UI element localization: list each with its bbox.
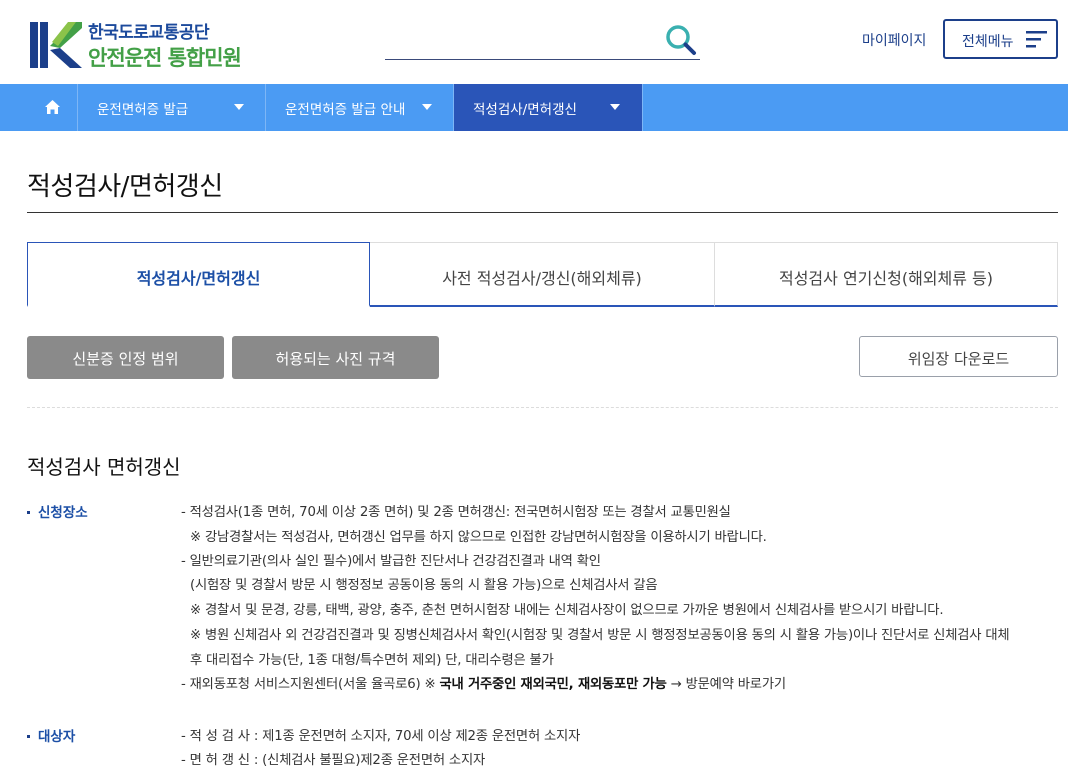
- search-bar: [385, 20, 700, 60]
- tab-label: 적성검사/면허갱신: [136, 269, 261, 288]
- main-nav: 운전면허증 발급 운전면허증 발급 안내 적성검사/면허갱신: [0, 84, 1068, 131]
- search-icon: [666, 25, 696, 55]
- hamburger-icon: [1026, 31, 1047, 48]
- proxy-download-button[interactable]: 위임장 다운로드: [859, 336, 1058, 377]
- nav-item-aptitude-renewal[interactable]: 적성검사/면허갱신: [454, 84, 643, 131]
- bullet-icon: [27, 734, 30, 738]
- site-header: 한국도로교통공단 안전운전 통합민원 마이페이지 전체메뉴: [0, 0, 1068, 84]
- place-line: ※ 강남경찰서는 적성검사, 면허갱신 업무를 하지 않으므로 인접한 강남면허…: [190, 530, 767, 545]
- tab-label: 사전 적성검사/갱신(해외체류): [442, 269, 642, 288]
- place-label: 신청장소: [27, 501, 88, 521]
- page-title: 적성검사/면허갱신: [27, 172, 223, 202]
- button-label: 허용되는 사진 규격: [275, 350, 396, 368]
- all-menu-button[interactable]: 전체메뉴: [943, 19, 1058, 59]
- logo-service-name: 안전운전 통합민원: [88, 46, 242, 70]
- nav-home[interactable]: [28, 84, 78, 131]
- bullet-icon: [27, 510, 30, 514]
- tab-aptitude-renewal[interactable]: 적성검사/면허갱신: [27, 242, 370, 307]
- tab-label: 적성검사 연기신청(해외체류 등): [778, 269, 994, 288]
- chevron-down-icon: [234, 104, 244, 110]
- mypage-link[interactable]: 마이페이지: [862, 30, 926, 50]
- overseas-line: - 재외동포청 서비스지원센터(서울 율곡로6) ※ 국내 거주중인 재외국민,…: [181, 673, 786, 692]
- home-icon: [45, 100, 60, 114]
- chevron-down-icon: [610, 104, 620, 110]
- place-line: 후 대리접수 가능(단, 1종 대형/특수면허 제외) 단, 대리수령은 불가: [190, 653, 554, 668]
- all-menu-label: 전체메뉴: [962, 34, 1014, 50]
- place-line: (시험장 및 경찰서 방문 시 행정정보 공동이용 동의 시 활용 가능)으로 …: [190, 578, 658, 593]
- place-line: ※ 병원 신체검사 외 건강검진결과 및 징병신체검사서 확인(시험장 및 경찰…: [190, 628, 1010, 643]
- nav-item-label: 운전면허증 발급 안내: [285, 102, 406, 118]
- id-scope-button[interactable]: 신분증 인정 범위: [27, 336, 224, 379]
- target-label: 대상자: [27, 725, 75, 745]
- overseas-emphasis: 국내 거주중인 재외국민, 재외동포만 가능: [439, 677, 667, 692]
- title-divider: [27, 212, 1058, 213]
- nav-item-label: 적성검사/면허갱신: [473, 102, 577, 118]
- tab-postpone-overseas[interactable]: 적성검사 연기신청(해외체류 등): [715, 242, 1058, 307]
- place-line: ※ 경찰서 및 문경, 강릉, 태백, 광양, 충주, 춘천 면허시험장 내에는…: [190, 603, 944, 618]
- section-divider: [27, 407, 1058, 408]
- target-line: - 적 성 검 사 : 제1종 운전면허 소지자, 70세 이상 제2종 운전면…: [181, 729, 581, 744]
- photo-spec-button[interactable]: 허용되는 사진 규격: [232, 336, 439, 379]
- target-line: - 면 허 갱 신 : (신체검사 불필요)제2종 운전면허 소지자: [181, 753, 486, 768]
- target-label-text: 대상자: [38, 729, 76, 745]
- place-line: - 적성검사(1종 면허, 70세 이상 2종 면허) 및 2종 면허갱신: 전…: [181, 505, 731, 520]
- logo-mark-icon: [28, 20, 82, 70]
- site-logo[interactable]: 한국도로교통공단 안전운전 통합민원: [28, 18, 268, 74]
- search-button[interactable]: [664, 23, 698, 57]
- nav-item-license-issue[interactable]: 운전면허증 발급: [78, 84, 266, 131]
- place-line: - 일반의료기관(의사 실인 필수)에서 발급한 진단서나 건강검진결과 내역 …: [181, 554, 601, 569]
- overseas-prefix: - 재외동포청 서비스지원센터(서울 율곡로6) ※: [181, 677, 440, 692]
- place-label-text: 신청장소: [38, 505, 88, 521]
- visit-reservation-link[interactable]: → 방문예약 바로가기: [667, 677, 786, 692]
- nav-item-license-guide[interactable]: 운전면허증 발급 안내: [266, 84, 454, 131]
- chevron-down-icon: [422, 104, 432, 110]
- logo-org-name: 한국도로교통공단: [88, 23, 210, 43]
- nav-item-label: 운전면허증 발급: [97, 102, 189, 118]
- section-title: 적성검사 면허갱신: [27, 455, 181, 479]
- tab-pre-overseas[interactable]: 사전 적성검사/갱신(해외체류): [370, 242, 715, 307]
- button-label: 신분증 인정 범위: [72, 350, 179, 368]
- content-tabs: 적성검사/면허갱신 사전 적성검사/갱신(해외체류) 적성검사 연기신청(해외체…: [27, 242, 1058, 307]
- button-label: 위임장 다운로드: [907, 350, 1010, 368]
- search-input[interactable]: [385, 26, 655, 54]
